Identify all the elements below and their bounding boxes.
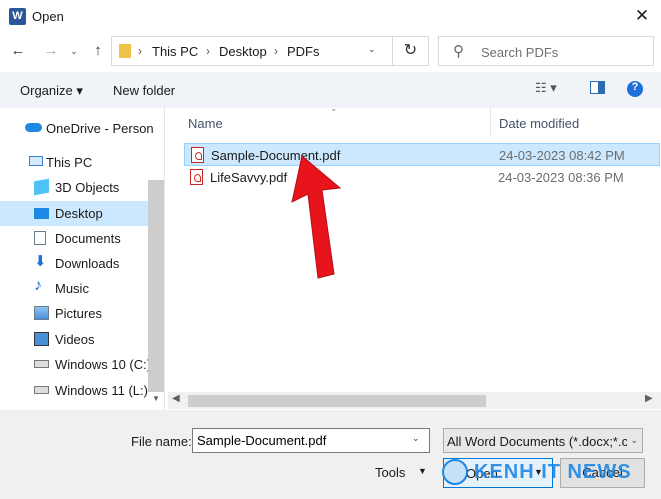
- chevron-down-icon: ⌄: [630, 435, 638, 445]
- chevron-down-icon[interactable]: ⌄: [412, 433, 420, 444]
- file-row[interactable]: Sample-Document.pdf 24-03-2023 08:42 PM: [184, 143, 660, 166]
- search-placeholder: Search PDFs: [481, 45, 559, 60]
- sidebar-item-label: 3D Objects: [55, 180, 120, 195]
- sidebar-item-pictures[interactable]: Pictures: [0, 301, 148, 326]
- column-header-name[interactable]: Name: [188, 116, 223, 131]
- navigation-pane: OneDrive - Person This PC 3D Objects Des…: [0, 108, 165, 410]
- scroll-right-icon[interactable]: ▶: [645, 393, 653, 404]
- breadcrumb-this-pc[interactable]: This PC: [152, 44, 198, 59]
- file-row[interactable]: LifeSavvy.pdf 24-03-2023 08:36 PM: [184, 166, 660, 189]
- sidebar-item-documents[interactable]: Documents: [0, 226, 148, 251]
- up-button[interactable]: ↑: [87, 40, 109, 62]
- watermark-logo-icon: [442, 459, 468, 485]
- file-type-value: All Word Documents (*.docx;*.c: [447, 434, 627, 449]
- forward-button[interactable]: →: [40, 40, 62, 62]
- drive-icon: [34, 386, 49, 394]
- music-icon: ♪: [34, 277, 42, 294]
- sidebar-item-windows-11[interactable]: Windows 11 (L:): [0, 378, 148, 403]
- organize-button[interactable]: Organize ▾: [20, 83, 83, 99]
- file-type-select[interactable]: All Word Documents (*.docx;*.c ⌄: [443, 428, 643, 453]
- sidebar-item-this-pc[interactable]: This PC: [0, 150, 148, 175]
- scroll-left-icon[interactable]: ◀: [172, 393, 180, 404]
- pdf-file-icon: [191, 147, 204, 163]
- tools-button[interactable]: Tools: [375, 465, 405, 480]
- column-divider[interactable]: [490, 108, 491, 136]
- breadcrumb-separator: ›: [138, 44, 142, 58]
- breadcrumb-pdfs[interactable]: PDFs: [287, 44, 320, 59]
- sidebar-item-label: Windows 10 (C:): [55, 357, 152, 372]
- sidebar-item-label: Downloads: [55, 256, 120, 271]
- folder-icon: [119, 44, 131, 58]
- breadcrumb-separator: ›: [274, 44, 278, 58]
- file-name-field[interactable]: [192, 428, 430, 453]
- sidebar-item-music[interactable]: ♪ Music: [0, 276, 148, 301]
- red-annotation-arrow: [291, 155, 342, 279]
- 3d-objects-icon: [34, 178, 49, 196]
- desktop-icon: [34, 208, 49, 219]
- onedrive-icon: [25, 123, 42, 132]
- sidebar-scrollbar-thumb[interactable]: [148, 180, 164, 392]
- back-button[interactable]: ←: [7, 40, 29, 62]
- chevron-down-icon[interactable]: ⌄: [368, 44, 376, 55]
- watermark: KENH IT NEWS: [442, 455, 661, 491]
- sidebar-item-label: Documents: [55, 231, 121, 246]
- file-date: 24-03-2023 08:36 PM: [498, 170, 624, 185]
- sidebar-item-downloads[interactable]: ⬇ Downloads: [0, 251, 148, 276]
- scroll-down-icon[interactable]: ▼: [148, 394, 164, 408]
- sidebar-item-label: Pictures: [55, 306, 102, 321]
- sidebar-item-label: Desktop: [55, 206, 103, 221]
- horizontal-scrollbar-thumb[interactable]: [188, 395, 486, 407]
- sidebar-item-windows-10[interactable]: Windows 10 (C:): [0, 352, 152, 377]
- title-bar: [0, 0, 661, 33]
- file-date: 24-03-2023 08:42 PM: [499, 148, 625, 163]
- search-icon: ⚲: [453, 43, 464, 60]
- refresh-button[interactable]: ↻: [392, 37, 428, 65]
- search-input[interactable]: ⚲ Search PDFs: [438, 36, 654, 66]
- sidebar-item-3d-objects[interactable]: 3D Objects: [0, 175, 148, 200]
- word-app-icon: W: [9, 8, 26, 25]
- sidebar-item-label: Videos: [55, 332, 95, 347]
- pictures-icon: [34, 306, 49, 320]
- new-folder-button[interactable]: New folder: [113, 83, 175, 98]
- watermark-text: KENH IT NEWS: [474, 461, 632, 483]
- help-button[interactable]: ?: [627, 81, 643, 97]
- change-view-button[interactable]: ☷ ▾: [535, 80, 557, 96]
- breadcrumb-separator: ›: [206, 44, 210, 58]
- file-name-label: File name:: [131, 434, 192, 449]
- sidebar-item-desktop[interactable]: Desktop: [0, 201, 148, 226]
- recent-locations-button[interactable]: ⌄: [63, 40, 85, 62]
- sidebar-item-label: Music: [55, 281, 89, 296]
- sidebar-item-videos[interactable]: Videos: [0, 327, 148, 352]
- documents-icon: [34, 231, 46, 245]
- pdf-file-icon: [190, 169, 203, 185]
- address-bar[interactable]: › This PC › Desktop › PDFs ⌄: [111, 36, 429, 66]
- drive-icon: [34, 360, 49, 368]
- column-header-date[interactable]: Date modified: [499, 116, 579, 131]
- this-pc-icon: [29, 156, 43, 166]
- sidebar-item-label: OneDrive - Person: [46, 121, 154, 136]
- breadcrumb-desktop[interactable]: Desktop: [219, 44, 267, 59]
- sidebar-item-onedrive[interactable]: OneDrive - Person: [0, 116, 154, 141]
- sidebar-item-label: Windows 11 (L:): [55, 383, 148, 398]
- videos-icon: [34, 332, 49, 346]
- file-name: LifeSavvy.pdf: [210, 170, 288, 185]
- tools-dropdown-icon[interactable]: ▼: [418, 466, 427, 476]
- close-button[interactable]: ✕: [626, 2, 658, 30]
- sidebar-item-label: This PC: [46, 155, 93, 170]
- sort-indicator-icon: ⌄: [330, 103, 338, 113]
- window-title: Open: [32, 9, 64, 24]
- downloads-icon: ⬇: [34, 253, 47, 270]
- preview-pane-button[interactable]: [590, 81, 605, 94]
